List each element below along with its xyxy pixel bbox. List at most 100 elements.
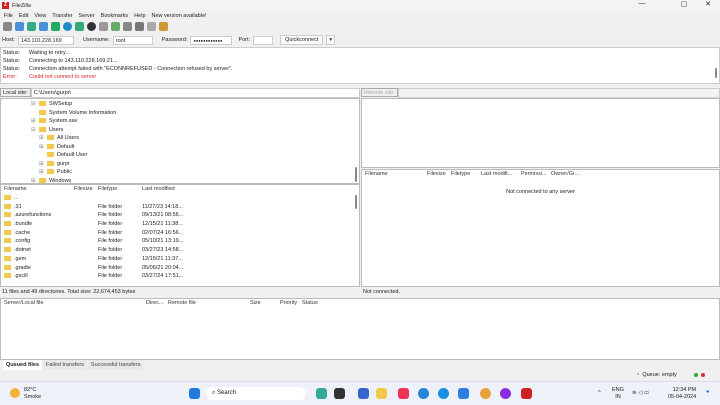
- clock[interactable]: 12:34 PM 05-04-2024: [668, 387, 696, 401]
- menu-help[interactable]: Help: [134, 13, 145, 19]
- minimize-button[interactable]: —: [630, 0, 654, 7]
- expand-toggle-icon[interactable]: ⊟: [31, 100, 39, 109]
- search-box[interactable]: ⌕ Search: [206, 387, 306, 400]
- quickconnect-button[interactable]: Quickconnect: [280, 35, 324, 45]
- column-header-last-modified[interactable]: Last modified: [139, 185, 199, 194]
- app-icon[interactable]: [358, 388, 369, 399]
- cancel-icon[interactable]: [87, 22, 96, 31]
- notification-bell-icon[interactable]: ●: [706, 389, 709, 395]
- tree-node[interactable]: ⊞ Default: [1, 143, 359, 152]
- column-header-owner-gr-[interactable]: Owner/Gr...: [548, 170, 588, 179]
- tree-node[interactable]: ⊟ Users: [1, 126, 359, 135]
- tree-node[interactable]: ⊞ All Users: [1, 134, 359, 143]
- column-header-direc-[interactable]: Direc...: [143, 299, 165, 308]
- file-explorer-icon[interactable]: [376, 388, 387, 399]
- file-row[interactable]: .azurefunctions File folder 09/13/21 08:56…: [1, 211, 359, 220]
- file-row[interactable]: ..: [1, 194, 359, 203]
- tab-successful-transfers[interactable]: Successful transfers: [87, 360, 144, 370]
- expand-toggle-icon[interactable]: ⊞: [39, 160, 47, 169]
- menu-file[interactable]: File: [4, 13, 13, 19]
- vscode-icon[interactable]: [458, 388, 469, 399]
- menu-new-version-available-[interactable]: New version available!: [152, 13, 207, 19]
- file-row[interactable]: .31 File folder 11/27/23 14:18...: [1, 203, 359, 212]
- column-header-remote-file[interactable]: Remote file: [165, 299, 247, 308]
- username-input[interactable]: root: [112, 35, 153, 45]
- tree-scrollbar[interactable]: [355, 167, 357, 182]
- column-header-status[interactable]: Status: [299, 299, 339, 308]
- column-header-filetype[interactable]: Filetype: [95, 185, 139, 194]
- remote-path-input[interactable]: [397, 87, 720, 98]
- sync-browse-icon[interactable]: [147, 22, 156, 31]
- file-row[interactable]: .dotnet File folder 03/27/23 14:58...: [1, 246, 359, 255]
- column-header-permissi-[interactable]: Permissi...: [518, 170, 548, 179]
- menu-transfer[interactable]: Transfer: [52, 13, 72, 19]
- wifi-volume-battery-icon[interactable]: ≋ ◁ ▭: [632, 390, 649, 396]
- tree-node[interactable]: ⊞ Public: [1, 168, 359, 177]
- tree-node[interactable]: ⊞ gurpr: [1, 160, 359, 169]
- toggle-log-icon[interactable]: [15, 22, 24, 31]
- tree-node[interactable]: System Volume Information: [1, 109, 359, 118]
- expand-toggle-icon[interactable]: ⊞: [39, 134, 47, 143]
- refresh-icon[interactable]: [63, 22, 72, 31]
- column-header-priority[interactable]: Priority: [277, 299, 299, 308]
- file-row[interactable]: .gem File folder 12/15/21 11:37...: [1, 255, 359, 264]
- compare-icon[interactable]: [135, 22, 144, 31]
- password-input[interactable]: ●●●●●●●●●●●●: [190, 35, 233, 45]
- file-row[interactable]: .gscill File folder 03/27/24 17:51...: [1, 272, 359, 281]
- log-scrollbar[interactable]: [715, 68, 717, 78]
- chrome-icon[interactable]: [480, 388, 491, 399]
- browser-icon[interactable]: [438, 388, 449, 399]
- column-header-filetype[interactable]: Filetype: [448, 170, 478, 179]
- weather-widget[interactable]: 82°C Smoke: [24, 387, 41, 401]
- menu-view[interactable]: View: [34, 13, 46, 19]
- tab-failed-transfers[interactable]: Failed transfers: [43, 360, 87, 370]
- local-path-input[interactable]: C:\Users\gurpr\: [30, 87, 360, 98]
- directory-filter-icon[interactable]: [123, 22, 132, 31]
- reconnect-icon[interactable]: [111, 22, 120, 31]
- filezilla-taskbar-icon[interactable]: [521, 388, 532, 399]
- toggle-local-tree-icon[interactable]: [27, 22, 36, 31]
- find-icon[interactable]: [159, 22, 168, 31]
- column-header-filesize[interactable]: Filesize: [424, 170, 448, 179]
- process-queue-icon[interactable]: [75, 22, 84, 31]
- expand-toggle-icon[interactable]: ⊞: [39, 168, 47, 177]
- skype-icon[interactable]: [418, 388, 429, 399]
- file-row[interactable]: .gradle File folder 05/06/21 20:04...: [1, 264, 359, 273]
- start-button-icon[interactable]: [189, 388, 200, 399]
- expand-toggle-icon[interactable]: ⊞: [31, 117, 39, 126]
- toggle-remote-tree-icon[interactable]: [39, 22, 48, 31]
- language-indicator[interactable]: ENG IN: [612, 387, 624, 401]
- site-manager-icon[interactable]: [3, 22, 12, 31]
- column-header-filename[interactable]: Filename: [362, 170, 424, 179]
- quickconnect-dropdown[interactable]: ▾: [326, 35, 336, 45]
- expand-toggle-icon[interactable]: ⊟: [31, 126, 39, 135]
- menu-edit[interactable]: Edit: [19, 13, 28, 19]
- disconnect-icon[interactable]: [99, 22, 108, 31]
- copilot-icon[interactable]: [316, 388, 327, 399]
- file-row[interactable]: .config File folder 05/10/21 13:19...: [1, 237, 359, 246]
- tab-queued-files[interactable]: Queued files: [3, 360, 43, 370]
- column-header-size[interactable]: Size: [247, 299, 277, 308]
- podcast-icon[interactable]: [500, 388, 511, 399]
- file-list-scrollbar[interactable]: [355, 195, 357, 209]
- tray-chevron-icon[interactable]: ^: [598, 390, 601, 396]
- maximize-button[interactable]: ▢: [672, 0, 696, 8]
- task-view-icon[interactable]: [334, 388, 345, 399]
- tree-node[interactable]: ⊟ SWSetup: [1, 100, 359, 109]
- column-header-filename[interactable]: Filename: [1, 185, 71, 194]
- file-row[interactable]: .bundle File folder 12/15/21 11:38...: [1, 220, 359, 229]
- port-input[interactable]: [253, 35, 274, 45]
- file-row[interactable]: .cache File folder 02/07/24 16:56...: [1, 229, 359, 238]
- toggle-queue-icon[interactable]: [51, 22, 60, 31]
- menu-bookmarks[interactable]: Bookmarks: [101, 13, 129, 19]
- column-header-last-modifi-[interactable]: Last modifi...: [478, 170, 518, 179]
- tree-node[interactable]: Default User: [1, 151, 359, 160]
- slack-icon[interactable]: [398, 388, 409, 399]
- column-header-filesize[interactable]: Filesize: [71, 185, 95, 194]
- tree-node[interactable]: ⊞ System.sav: [1, 117, 359, 126]
- host-input[interactable]: 143.110.228.169: [17, 35, 74, 45]
- expand-toggle-icon[interactable]: ⊞: [39, 143, 47, 152]
- column-header-server-local-file[interactable]: Server/Local file: [1, 299, 143, 308]
- close-button[interactable]: ✕: [696, 0, 720, 8]
- menu-server[interactable]: Server: [78, 13, 94, 19]
